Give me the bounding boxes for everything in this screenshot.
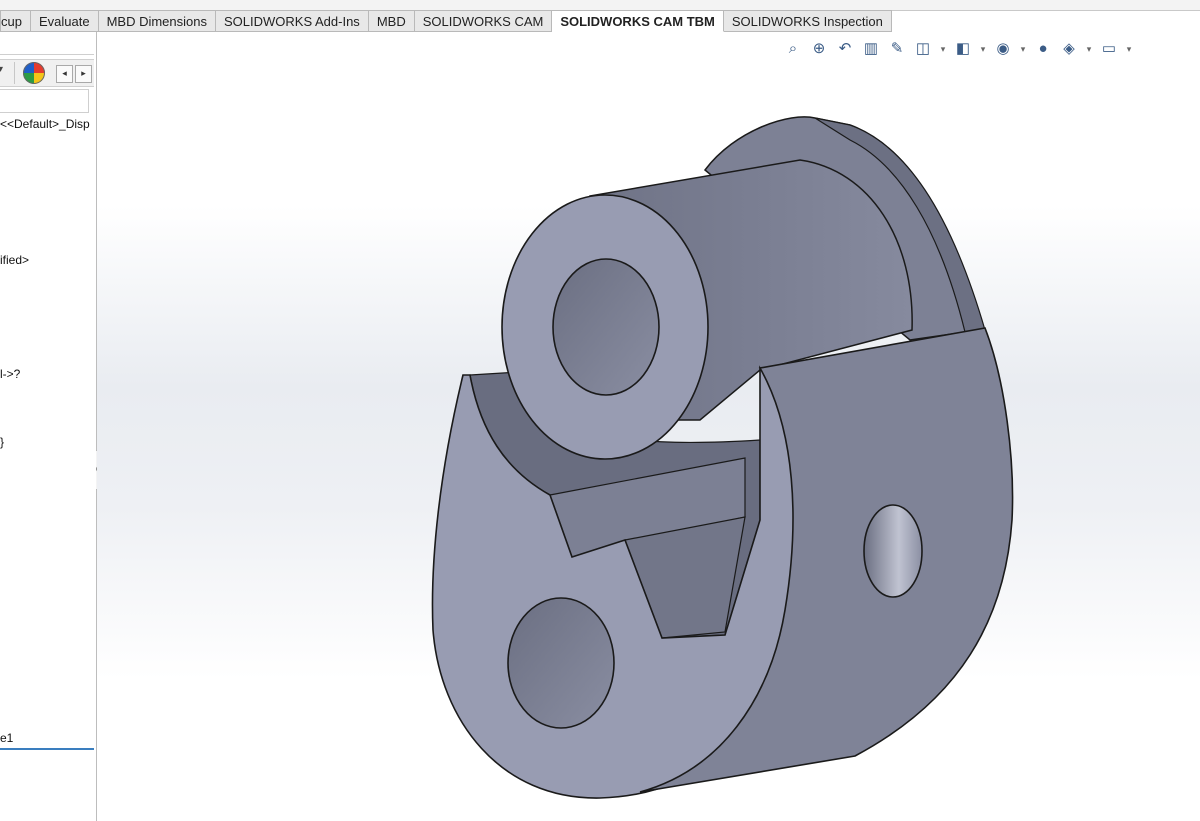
tree-item-sketch[interactable]: l->? bbox=[0, 367, 20, 381]
tree-item-material[interactable]: ified> bbox=[0, 253, 29, 267]
tree-item-feature[interactable]: } bbox=[0, 435, 4, 449]
tree-item-selected[interactable]: e1 bbox=[0, 731, 13, 745]
command-manager-tabs: cup Evaluate MBD Dimensions SOLIDWORKS A… bbox=[0, 10, 892, 32]
tree-filter-input[interactable] bbox=[0, 89, 89, 113]
tab-0[interactable]: cup bbox=[0, 10, 31, 32]
feature-manager-panel: ▾ ◂ ▸ <<Default>_Disp ified> l->? } e1 bbox=[0, 32, 97, 821]
tab-solidworks-add-ins[interactable]: SOLIDWORKS Add-Ins bbox=[215, 10, 369, 32]
tab-solidworks-cam[interactable]: SOLIDWORKS CAM bbox=[414, 10, 553, 32]
panel-tab-bar: ▾ ◂ ▸ bbox=[0, 59, 94, 87]
panel-header bbox=[0, 34, 94, 55]
divider bbox=[14, 62, 15, 84]
chevron-down-icon[interactable]: ▾ bbox=[0, 64, 3, 75]
selection-underline bbox=[0, 748, 94, 750]
tab-mbd-dimensions[interactable]: MBD Dimensions bbox=[98, 10, 216, 32]
scroll-left-icon[interactable]: ◂ bbox=[56, 65, 73, 83]
lower-hole bbox=[507, 597, 615, 729]
cylinder-bore bbox=[552, 258, 660, 396]
tree-item-configuration[interactable]: <<Default>_Disp bbox=[0, 117, 90, 131]
tab-solidworks-cam-tbm[interactable]: SOLIDWORKS CAM TBM bbox=[552, 10, 724, 32]
side-hole bbox=[863, 504, 923, 598]
tab-evaluate[interactable]: Evaluate bbox=[30, 10, 99, 32]
panel-scroll-arrows: ◂ ▸ bbox=[56, 65, 94, 83]
scroll-right-icon[interactable]: ▸ bbox=[75, 65, 92, 83]
tab-solidworks-inspection[interactable]: SOLIDWORKS Inspection bbox=[723, 10, 892, 32]
tab-mbd[interactable]: MBD bbox=[368, 10, 415, 32]
display-manager-icon[interactable] bbox=[23, 62, 45, 84]
3d-part-model[interactable] bbox=[97, 32, 1200, 821]
